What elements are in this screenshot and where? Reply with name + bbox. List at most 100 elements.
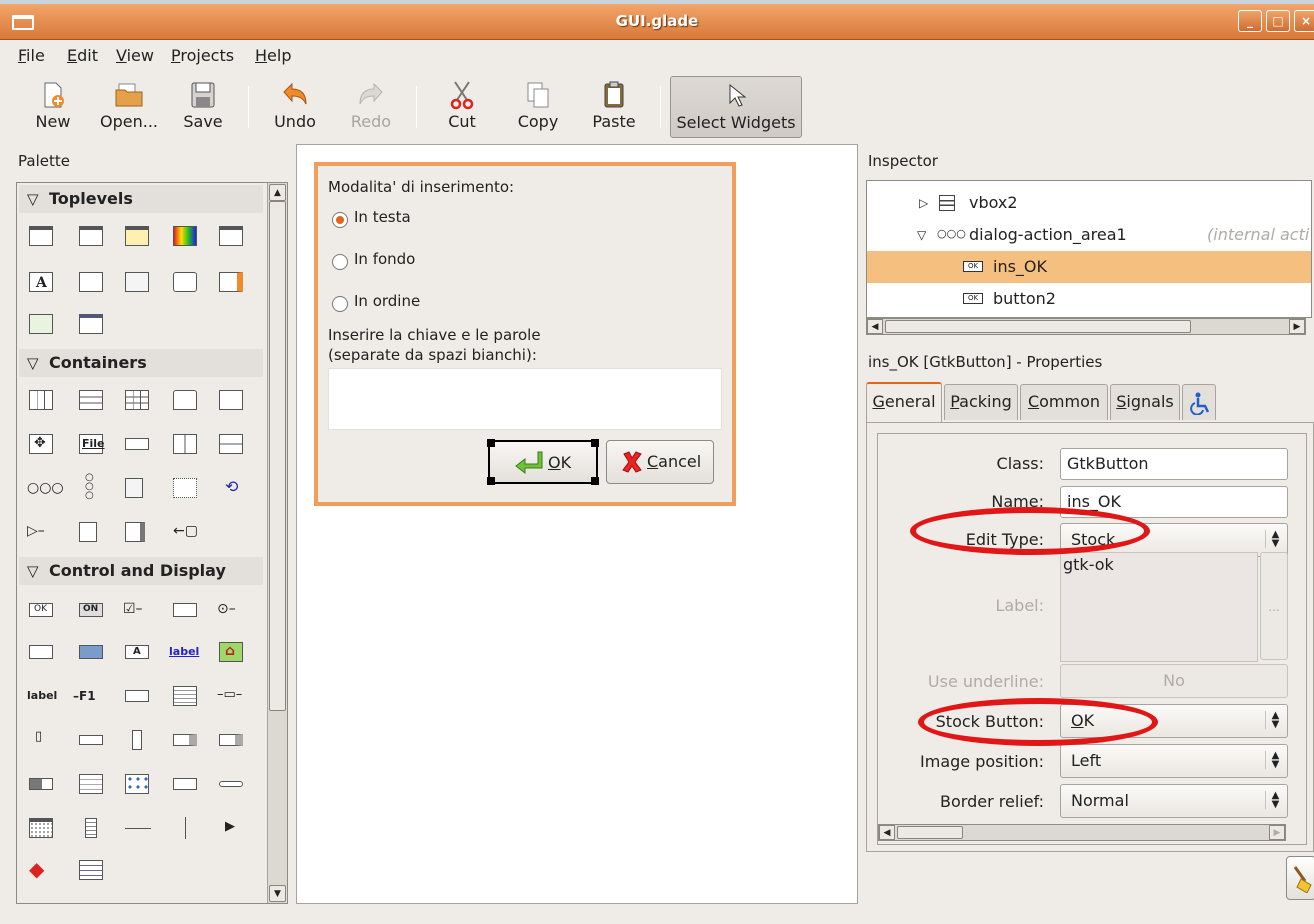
vseparator-widget-icon[interactable] bbox=[171, 815, 199, 841]
progress-bar-widget-icon[interactable] bbox=[27, 771, 55, 797]
design-canvas[interactable]: Modalita' di inserimento: In testa In fo… bbox=[296, 144, 858, 904]
scroll-thumb[interactable] bbox=[897, 826, 963, 839]
expander-widget-icon[interactable]: ▷– bbox=[27, 519, 55, 545]
dialog-widget-icon[interactable] bbox=[77, 223, 105, 249]
select-widgets-button[interactable]: Select Widgets bbox=[670, 76, 802, 138]
radio-in-fondo[interactable] bbox=[332, 254, 348, 270]
page-setup-dialog-widget-icon[interactable] bbox=[27, 311, 55, 337]
border-relief-combo[interactable]: Normal ▲ ▼ bbox=[1060, 784, 1288, 818]
hscale-widget-icon[interactable]: –▭– bbox=[217, 683, 245, 709]
tab-general[interactable]: General bbox=[866, 382, 942, 422]
radio-in-testa[interactable] bbox=[332, 212, 348, 228]
vruler-widget-icon[interactable] bbox=[77, 815, 105, 841]
cut-button[interactable]: Cut bbox=[436, 76, 488, 138]
scroll-right-arrow-icon[interactable]: ▶ bbox=[1289, 319, 1305, 334]
close-button[interactable]: × bbox=[1294, 10, 1314, 32]
redo-button[interactable]: Redo bbox=[344, 76, 398, 138]
dialog-preview[interactable]: Modalita' di inserimento: In testa In fo… bbox=[314, 162, 736, 506]
menu-bar-widget-icon[interactable]: File bbox=[77, 431, 105, 457]
status-bar-widget-icon[interactable] bbox=[171, 771, 199, 797]
copy-button[interactable]: Copy bbox=[510, 76, 566, 138]
link-button-widget-icon[interactable]: label bbox=[167, 639, 201, 665]
clear-property-button[interactable] bbox=[1286, 856, 1314, 900]
radio-button-widget-icon[interactable]: ⊙– bbox=[217, 597, 245, 623]
hscrollbar-widget-icon[interactable] bbox=[77, 727, 105, 753]
check-button-widget-icon[interactable]: ☑– bbox=[123, 597, 151, 623]
viewport-widget-icon[interactable] bbox=[77, 519, 105, 545]
undo-button[interactable]: Undo bbox=[268, 76, 322, 138]
print-dialog-widget-icon[interactable] bbox=[77, 311, 105, 337]
layout-widget-icon[interactable] bbox=[123, 475, 151, 501]
scroll-up-arrow-icon[interactable]: ▲ bbox=[269, 184, 286, 201]
fixed-widget-icon[interactable]: ✥ bbox=[27, 431, 55, 457]
spin-button-widget-icon[interactable] bbox=[171, 597, 199, 623]
tab-packing[interactable]: Packing bbox=[944, 384, 1018, 420]
open-button[interactable]: Open... bbox=[94, 76, 164, 138]
vscale-widget-icon[interactable]: ▯ bbox=[27, 727, 55, 753]
font-selection-dialog-widget-icon[interactable]: A bbox=[27, 269, 55, 295]
font-button-widget-icon[interactable]: A bbox=[123, 639, 151, 665]
text-view-widget-icon[interactable] bbox=[171, 683, 199, 709]
scroll-thumb[interactable] bbox=[885, 320, 1191, 333]
menu-projects[interactable]: Projects bbox=[171, 46, 234, 65]
alignment-widget-icon[interactable] bbox=[171, 475, 199, 501]
image-position-combo[interactable]: Left ▲ ▼ bbox=[1060, 744, 1288, 778]
class-field[interactable]: GtkButton bbox=[1060, 448, 1288, 480]
tab-common[interactable]: Common bbox=[1020, 384, 1108, 420]
expander-expanded-icon[interactable]: ▽ bbox=[917, 228, 926, 242]
scroll-left-arrow-icon[interactable]: ◀ bbox=[879, 825, 895, 840]
frame-widget-icon[interactable] bbox=[217, 387, 245, 413]
menu-help[interactable]: Help bbox=[255, 46, 291, 65]
scroll-thumb[interactable] bbox=[269, 201, 286, 711]
hseparator-widget-icon[interactable] bbox=[217, 771, 245, 797]
message-dialog-widget-icon[interactable] bbox=[123, 223, 151, 249]
image-widget-icon[interactable]: ⌂ bbox=[217, 639, 245, 665]
save-button[interactable]: Save bbox=[178, 76, 228, 138]
radio-in-ordine[interactable] bbox=[332, 296, 348, 312]
button-box-widget-icon[interactable]: ○○○ bbox=[27, 475, 64, 501]
drawing-area-widget-icon[interactable]: ←▢ bbox=[171, 519, 199, 545]
toolbar-widget-icon[interactable] bbox=[123, 431, 151, 457]
palette-section-toplevels[interactable]: ▽ Toplevels bbox=[19, 185, 263, 213]
palette-section-control-and-display[interactable]: ▽ Control and Display bbox=[19, 557, 263, 585]
tree-view-widget-icon[interactable] bbox=[77, 771, 105, 797]
color-selection-dialog-widget-icon[interactable] bbox=[171, 223, 199, 249]
palette-section-containers[interactable]: ▽ Containers bbox=[19, 349, 263, 377]
window-widget-icon[interactable] bbox=[27, 223, 55, 249]
custom-widget-icon[interactable]: ◆ bbox=[27, 857, 55, 883]
tree-row-ins-ok[interactable]: OK ins_OK bbox=[867, 251, 1311, 283]
inspector-tree-hscrollbar[interactable]: ◀ ▶ bbox=[866, 318, 1306, 335]
menu-file[interactable]: File bbox=[18, 46, 45, 65]
scrolled-window-widget-icon[interactable] bbox=[123, 519, 151, 545]
input-dialog-widget-icon[interactable] bbox=[77, 269, 105, 295]
about-dialog-widget-icon[interactable] bbox=[123, 269, 151, 295]
tab-accessibility[interactable] bbox=[1182, 384, 1216, 420]
entry-widget-icon[interactable] bbox=[123, 683, 151, 709]
arrow-widget-icon[interactable]: ▶ bbox=[217, 815, 245, 841]
notebook-widget-icon[interactable] bbox=[171, 387, 199, 413]
table-widget-icon[interactable] bbox=[123, 387, 151, 413]
palette-scrollbar[interactable]: ▲ ▼ bbox=[267, 183, 287, 903]
hpaned-widget-icon[interactable] bbox=[171, 431, 199, 457]
vbutton-box-widget-icon[interactable]: ○ ○ ○ bbox=[77, 473, 105, 501]
toggle-button-widget-icon[interactable]: ON bbox=[77, 597, 105, 623]
hseparator-line-widget-icon[interactable] bbox=[123, 815, 151, 841]
tree-row-vbox2[interactable]: ▷ vbox2 bbox=[867, 187, 1311, 219]
file-chooser-button-widget-icon[interactable] bbox=[27, 639, 55, 665]
tree-row-dialog-action-area1[interactable]: ▽ ○○○ dialog-action_area1 (internal acti bbox=[867, 219, 1311, 251]
combo-box-entry-widget-icon[interactable] bbox=[217, 727, 245, 753]
recent-chooser-menu-widget-icon[interactable] bbox=[77, 857, 105, 883]
maximize-button[interactable]: □ bbox=[1266, 10, 1290, 32]
combo-box-widget-icon[interactable] bbox=[171, 727, 199, 753]
keywords-entry[interactable] bbox=[328, 368, 722, 430]
menu-edit[interactable]: Edit bbox=[67, 46, 98, 65]
minimize-button[interactable]: _ bbox=[1238, 10, 1262, 32]
hbox-widget-icon[interactable] bbox=[27, 387, 55, 413]
calendar-widget-icon[interactable] bbox=[27, 815, 55, 841]
vpaned-widget-icon[interactable] bbox=[217, 431, 245, 457]
cancel-button[interactable]: Cancel bbox=[606, 440, 714, 484]
recent-chooser-dialog-widget-icon[interactable] bbox=[171, 269, 199, 295]
assistant-widget-icon[interactable] bbox=[217, 269, 245, 295]
scroll-left-arrow-icon[interactable]: ◀ bbox=[867, 319, 883, 334]
ok-button[interactable]: OK bbox=[487, 439, 599, 485]
